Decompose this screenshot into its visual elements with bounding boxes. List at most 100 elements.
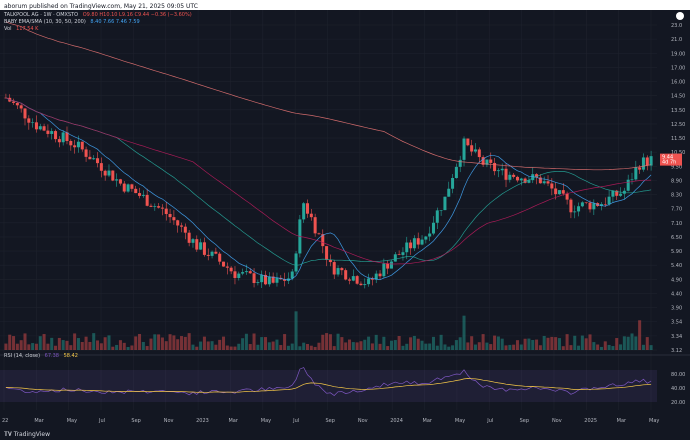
volume-bar xyxy=(634,336,638,350)
volume-bar xyxy=(535,339,539,350)
candle-body xyxy=(214,251,218,254)
volume-bar xyxy=(69,345,73,350)
candle-body xyxy=(34,122,38,130)
volume-bar xyxy=(256,344,260,350)
candle-body xyxy=(195,239,199,250)
volume-bar xyxy=(397,335,401,350)
candle-body xyxy=(592,203,596,210)
volume-bar xyxy=(302,342,306,350)
volume-bar xyxy=(611,346,615,350)
volume-bar xyxy=(481,334,485,350)
candle-body xyxy=(244,271,248,273)
volume-bar xyxy=(409,337,413,350)
volume-bar xyxy=(180,336,184,350)
volume-bar xyxy=(401,345,405,350)
candle-body xyxy=(512,174,516,177)
volume-bar xyxy=(451,345,455,350)
candle-body xyxy=(367,278,371,285)
candle-body xyxy=(153,206,157,207)
volume-bar xyxy=(50,337,54,350)
candle-body xyxy=(355,276,359,284)
volume-bar xyxy=(508,344,512,350)
volume-bar xyxy=(264,337,268,350)
volume-bar xyxy=(317,342,321,350)
time-axis-label: Mar xyxy=(228,418,238,424)
candle-body xyxy=(573,211,577,213)
volume-bar xyxy=(485,342,489,350)
candle-body xyxy=(351,276,355,281)
candle-body xyxy=(386,263,390,269)
candle-body xyxy=(134,188,138,194)
volume-bar xyxy=(34,343,38,350)
volume-bar xyxy=(561,346,565,350)
time-axis-label: 22 xyxy=(2,418,8,424)
rsi-band xyxy=(0,370,657,402)
candle-body xyxy=(454,166,458,179)
candle-body xyxy=(504,168,508,180)
time-axis-label: Sep xyxy=(520,418,529,424)
price-axis-label: 8.90 xyxy=(671,178,682,184)
volume-bar xyxy=(15,343,19,350)
volume-bar xyxy=(626,336,630,350)
price-axis-label: 12.50 xyxy=(671,122,685,128)
rsi-ma-value: 58.42 xyxy=(63,353,78,359)
price-axis-label: 11.50 xyxy=(671,136,685,142)
volume-bar xyxy=(344,342,348,350)
symbol-name[interactable]: TALKPOOL AG · 1W · OMXSTO xyxy=(4,12,78,18)
volume-bar xyxy=(233,346,237,350)
volume-bar xyxy=(412,335,416,350)
volume-bar xyxy=(225,345,229,350)
volume-bar xyxy=(619,344,623,350)
volume-bar xyxy=(172,335,176,350)
candle-body xyxy=(641,157,645,170)
volume-bar xyxy=(557,338,561,350)
volume-bar xyxy=(149,338,153,350)
candle-body xyxy=(180,225,184,227)
volume-bar xyxy=(512,344,516,350)
volume-bar xyxy=(309,345,313,350)
volume-bar xyxy=(298,346,302,350)
volume-bar xyxy=(92,333,96,350)
time-axis-label: Jul xyxy=(292,418,299,424)
price-chart[interactable]: 23.0 21.0 19.00 17.00 16.00 14.50 13.50 12.50 11… xyxy=(0,10,690,430)
candle-body xyxy=(122,183,126,192)
volume-bar xyxy=(54,345,58,350)
candle-body xyxy=(569,199,573,213)
candle-body xyxy=(550,183,554,189)
candle-body xyxy=(115,179,119,181)
volume-bar xyxy=(466,342,470,350)
volume-bar xyxy=(80,341,84,350)
volume-bar xyxy=(76,338,80,350)
volume-bar xyxy=(359,341,363,350)
tradingview-logo[interactable]: 𝐓𝐕 TradingView xyxy=(4,431,50,439)
candle-body xyxy=(111,170,115,181)
candle-body xyxy=(42,126,46,131)
price-axis-label: 14.50 xyxy=(671,94,685,100)
volume-value: 117.54 K xyxy=(16,26,39,32)
volume-bar xyxy=(454,340,458,350)
volume-bar xyxy=(580,335,584,350)
candle-body xyxy=(496,170,500,172)
volume-bar xyxy=(164,341,168,350)
candle-body xyxy=(424,236,428,240)
candle-body xyxy=(431,222,435,234)
time-axis-label: Nov xyxy=(552,418,562,424)
volume-label[interactable]: Vol xyxy=(4,26,11,32)
volume-bar xyxy=(569,345,573,350)
volume-bar xyxy=(458,337,462,350)
volume-bar xyxy=(321,334,325,350)
chart-canvas[interactable]: 23.0 21.0 19.00 17.00 16.00 14.50 13.50 12.50 11… xyxy=(0,10,690,430)
volume-bar xyxy=(73,333,77,350)
candle-body xyxy=(145,194,149,206)
volume-bar xyxy=(328,334,332,350)
candle-body xyxy=(561,190,565,194)
volume-bar xyxy=(96,340,100,350)
rsi-label[interactable]: RSI (14, close) xyxy=(4,353,40,359)
price-axis-label: 8.30 xyxy=(671,193,682,199)
candle-body xyxy=(607,196,611,205)
volume-bar xyxy=(214,344,218,350)
settings-dot-icon[interactable] xyxy=(676,12,684,20)
time-axis-label: Nov xyxy=(358,418,368,424)
candle-body xyxy=(409,242,413,249)
ema-label[interactable]: BABY EMA/SMA (10, 30, 50, 200) xyxy=(4,19,86,25)
